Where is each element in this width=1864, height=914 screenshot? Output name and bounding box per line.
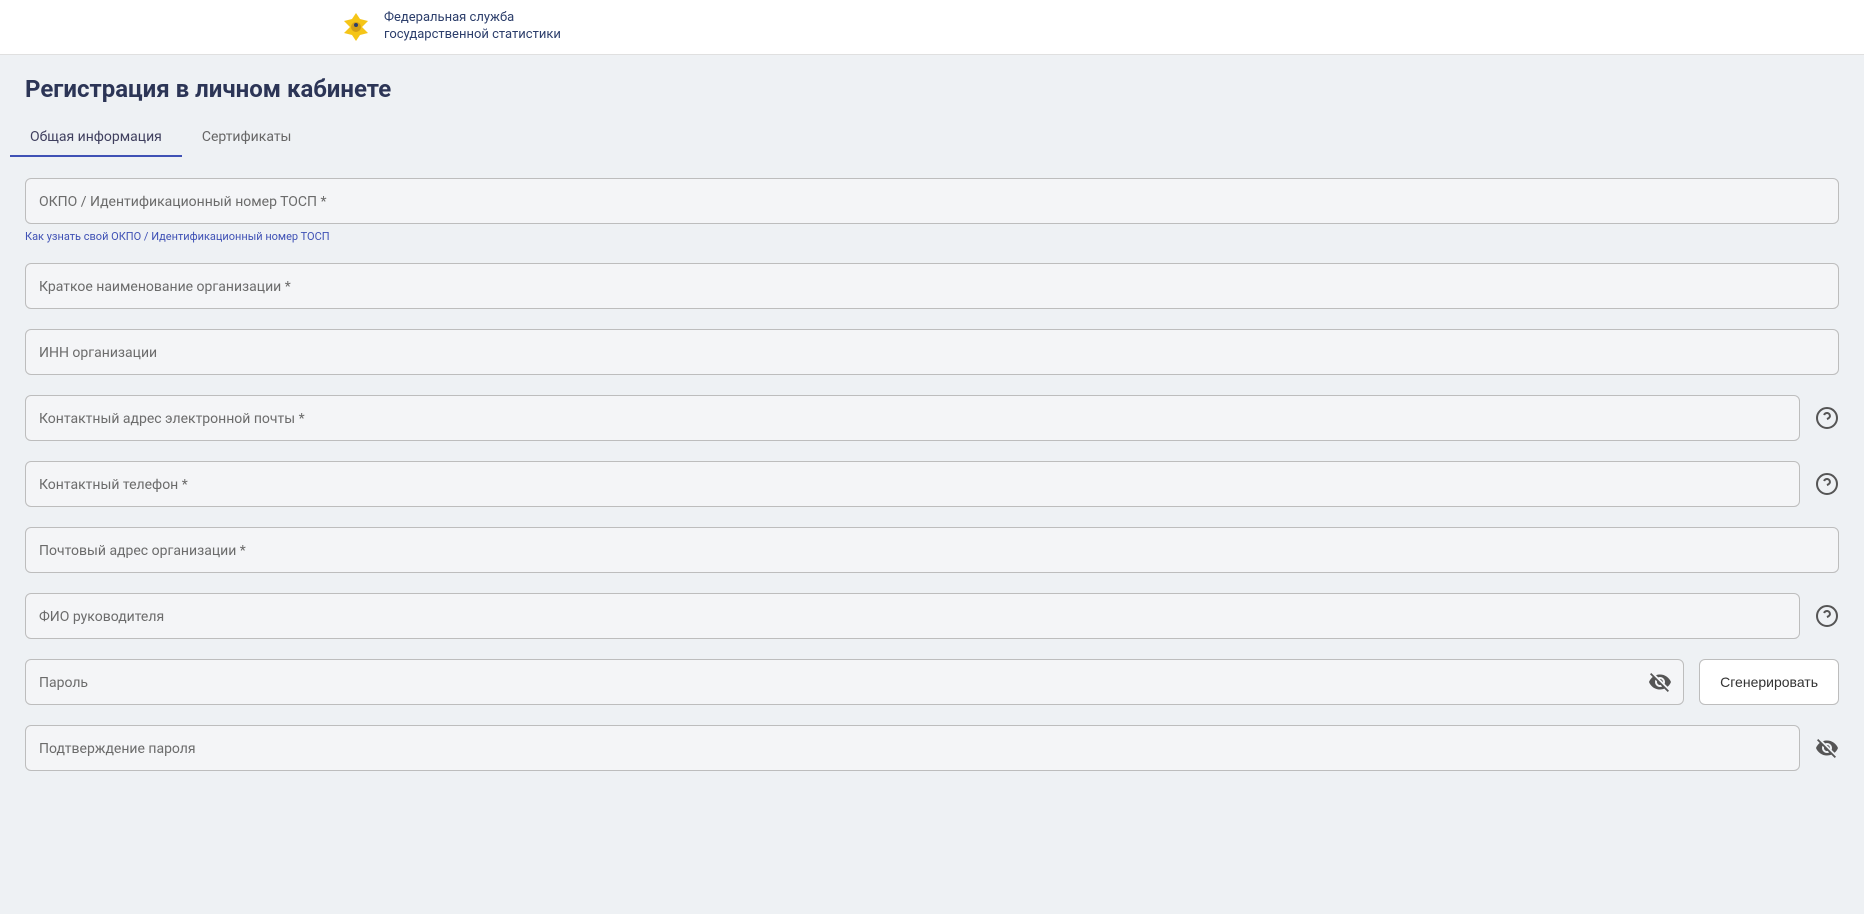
- registration-form: ОКПО / Идентификационный номер ТОСП * Ка…: [0, 158, 1864, 791]
- director-input[interactable]: [25, 593, 1800, 639]
- password-visibility-toggle-icon[interactable]: [1648, 670, 1672, 694]
- director-help-icon[interactable]: [1815, 604, 1839, 628]
- postal-input[interactable]: [25, 527, 1839, 573]
- inn-input[interactable]: [25, 329, 1839, 375]
- rosstat-logo-icon: [340, 11, 372, 43]
- tab-certificates[interactable]: Сертификаты: [182, 119, 312, 157]
- email-input[interactable]: [25, 395, 1800, 441]
- site-header: Федеральная служба государственной стати…: [0, 0, 1864, 55]
- email-help-icon[interactable]: [1815, 406, 1839, 430]
- tabs: Общая информация Сертификаты: [0, 119, 1864, 158]
- okpo-input[interactable]: [25, 178, 1839, 224]
- okpo-help-link[interactable]: Как узнать свой ОКПО / Идентификационный…: [25, 230, 1839, 243]
- page-title: Регистрация в личном кабинете: [0, 55, 1864, 119]
- password-confirm-input[interactable]: [25, 725, 1800, 771]
- generate-password-button[interactable]: Сгенерировать: [1699, 659, 1839, 705]
- header-org-name: Федеральная служба государственной стати…: [384, 10, 561, 44]
- phone-input[interactable]: [25, 461, 1800, 507]
- password-input[interactable]: [25, 659, 1684, 705]
- phone-help-icon[interactable]: [1815, 472, 1839, 496]
- password-confirm-visibility-toggle-icon[interactable]: [1815, 736, 1839, 760]
- tab-general-info[interactable]: Общая информация: [10, 119, 182, 157]
- short-name-input[interactable]: [25, 263, 1839, 309]
